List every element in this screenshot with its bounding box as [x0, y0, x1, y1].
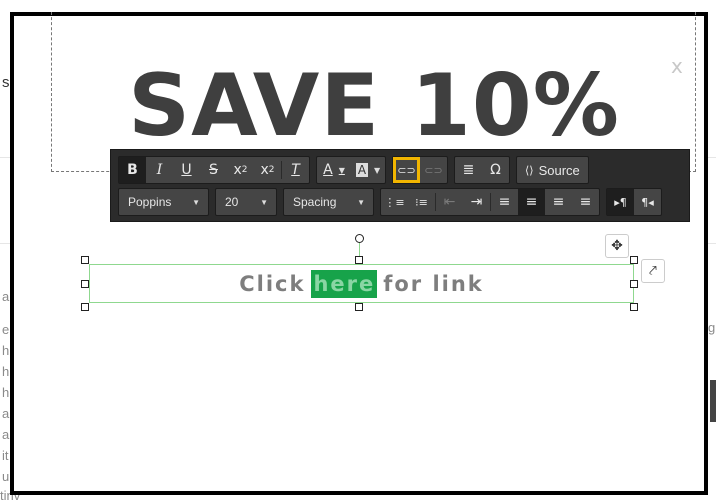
ordered-list-button[interactable]: ⋮≡: [381, 189, 408, 215]
strikethrough-button[interactable]: S: [200, 157, 227, 183]
share-icon[interactable]: ⤤: [641, 259, 665, 283]
bg-text: h: [2, 385, 10, 400]
bg-divider: [0, 157, 10, 158]
bg-text: a: [2, 289, 10, 304]
popup-headline[interactable]: SAVE 10%: [114, 56, 634, 156]
resize-handle-ne[interactable]: [630, 256, 638, 264]
selected-text-element[interactable]: Click here for link: [89, 264, 634, 303]
font-size-value: 20: [225, 195, 239, 209]
chevron-down-icon: ▼: [374, 165, 381, 175]
bg-text: h: [2, 343, 10, 358]
bg-text: s: [2, 74, 10, 91]
bg-text: h: [2, 364, 10, 379]
move-icon[interactable]: ✥: [605, 234, 629, 258]
toolbar-row-2: Poppins ▼ 20 ▼ Spacing ▼ ⋮≡ ⁝≡ ⇤ ⇥ ≡ ≡ ≡ ≡ …: [118, 188, 662, 216]
insert-group: ≣ Ω: [454, 156, 510, 184]
link-group: ⊂⊃ ⊂⊃: [392, 156, 448, 184]
bg-text: a: [2, 406, 10, 421]
resize-handle-s[interactable]: [355, 303, 363, 311]
bg-divider: [0, 243, 10, 244]
bg-color-icon: A: [355, 163, 369, 177]
outdent-button[interactable]: ⇤: [436, 189, 463, 215]
basic-styles-group: B I U S x2 x2 T: [118, 156, 310, 184]
rtl-button[interactable]: ¶◂: [634, 189, 661, 215]
text-color-button[interactable]: A ▼: [317, 157, 351, 183]
toolbar-row-1: B I U S x2 x2 T A ▼ A ▼ ⊂⊃ ⊂⊃ ≣ Ω ⟨⟩ Source: [118, 156, 589, 184]
bg-text: g: [708, 320, 716, 335]
spacing-value: Spacing: [293, 195, 337, 209]
text-editor-toolbar: B I U S x2 x2 T A ▼ A ▼ ⊂⊃ ⊂⊃ ≣ Ω ⟨⟩ Source…: [110, 149, 690, 222]
paragraph-group: ⋮≡ ⁝≡ ⇤ ⇥ ≡ ≡ ≡ ≡: [380, 188, 600, 216]
superscript-mark: 2: [268, 165, 275, 175]
source-group: ⟨⟩ Source: [516, 156, 589, 184]
clear-format-button[interactable]: T: [282, 157, 309, 183]
font-family-select[interactable]: Poppins ▼: [118, 188, 209, 216]
resize-handle-w[interactable]: [81, 280, 89, 288]
resize-handle-se[interactable]: [630, 303, 638, 311]
text-color-icon: A: [323, 162, 333, 178]
bg-text: e: [2, 322, 10, 337]
align-center-button[interactable]: ≡: [518, 189, 545, 215]
justify-button[interactable]: ≡: [572, 189, 599, 215]
bg-text: it: [2, 448, 9, 463]
rotate-handle[interactable]: [355, 234, 364, 243]
link-button[interactable]: ⊂⊃: [393, 157, 420, 183]
resize-handle-n[interactable]: [355, 256, 363, 264]
bg-text: u: [2, 469, 10, 484]
chevron-down-icon: ▼: [260, 197, 268, 207]
subscript-label: x: [233, 162, 242, 178]
resize-handle-nw[interactable]: [81, 256, 89, 264]
source-icon: ⟨⟩: [525, 164, 534, 177]
subscript-mark: 2: [241, 165, 248, 175]
horizontal-rule-button[interactable]: ≣: [455, 157, 482, 183]
italic-button[interactable]: I: [146, 157, 173, 183]
bg-divider: [708, 243, 716, 244]
color-group: A ▼ A ▼: [316, 156, 386, 184]
text-before-link: Click: [239, 271, 306, 296]
superscript-label: x: [260, 162, 269, 178]
chevron-down-icon: ▼: [338, 165, 345, 175]
direction-group: ▸¶ ¶◂: [606, 188, 662, 216]
chevron-down-icon: ▼: [192, 197, 200, 207]
unlink-button[interactable]: ⊂⊃: [420, 157, 447, 183]
resize-handle-sw[interactable]: [81, 303, 89, 311]
superscript-button[interactable]: x2: [254, 157, 281, 183]
bullet-list-button[interactable]: ⁝≡: [408, 189, 435, 215]
indent-button[interactable]: ⇥: [463, 189, 490, 215]
spacing-select[interactable]: Spacing ▼: [283, 188, 374, 216]
underline-button[interactable]: U: [173, 157, 200, 183]
font-family-value: Poppins: [128, 195, 172, 209]
font-size-select[interactable]: 20 ▼: [215, 188, 277, 216]
source-button[interactable]: ⟨⟩ Source: [517, 157, 588, 183]
close-icon[interactable]: x: [671, 54, 683, 78]
bg-divider: [708, 157, 716, 158]
align-left-button[interactable]: ≡: [491, 189, 518, 215]
bg-text: a: [2, 427, 10, 442]
source-label: Source: [538, 162, 580, 178]
chevron-down-icon: ▼: [357, 197, 365, 207]
align-right-button[interactable]: ≡: [545, 189, 572, 215]
subscript-button[interactable]: x2: [227, 157, 254, 183]
ltr-button[interactable]: ▸¶: [607, 189, 634, 215]
text-after-link: for link: [383, 271, 484, 296]
special-char-button[interactable]: Ω: [482, 157, 509, 183]
bg-color-button[interactable]: A ▼: [351, 157, 385, 183]
resize-handle-e[interactable]: [630, 280, 638, 288]
bold-button[interactable]: B: [119, 157, 146, 183]
rotate-connector: [359, 243, 360, 257]
bg-scroll-element: [710, 380, 716, 422]
selected-link-word[interactable]: here: [311, 269, 378, 298]
